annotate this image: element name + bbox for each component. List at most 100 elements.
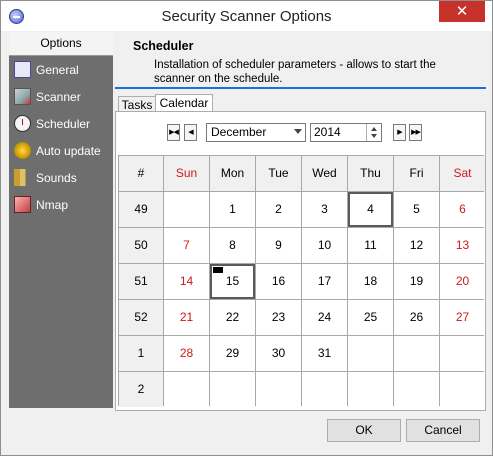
day-cell[interactable]: 6 bbox=[440, 192, 485, 227]
sidebar-item-label: Nmap bbox=[36, 197, 69, 212]
empty-day-cell bbox=[440, 336, 485, 371]
chevron-down-icon bbox=[294, 129, 302, 134]
auto-update-icon bbox=[14, 142, 31, 159]
sidebar-item-scheduler[interactable]: Scheduler bbox=[9, 110, 113, 137]
sidebar-item-nmap[interactable]: Nmap bbox=[9, 191, 113, 218]
empty-day-cell bbox=[210, 372, 255, 407]
empty-day-cell bbox=[302, 372, 347, 407]
weekday-header: Thu bbox=[348, 156, 393, 191]
day-cell[interactable]: 9 bbox=[256, 228, 301, 263]
day-cell[interactable]: 30 bbox=[256, 336, 301, 371]
week-number: 2 bbox=[119, 372, 163, 407]
close-button[interactable]: ✕ bbox=[439, 1, 485, 22]
empty-day-cell bbox=[164, 192, 209, 227]
day-cell[interactable]: 26 bbox=[394, 300, 439, 335]
day-cell[interactable]: 28 bbox=[164, 336, 209, 371]
last-month-button[interactable]: ▶▶ bbox=[409, 124, 422, 141]
section-description: Installation of scheduler parameters - a… bbox=[154, 59, 436, 85]
empty-day-cell bbox=[440, 372, 485, 407]
week-number: 50 bbox=[119, 228, 163, 263]
day-cell[interactable]: 31 bbox=[302, 336, 347, 371]
year-spinner[interactable]: 2014 bbox=[310, 123, 382, 142]
day-cell[interactable]: 10 bbox=[302, 228, 347, 263]
day-cell[interactable]: 20 bbox=[440, 264, 485, 299]
day-cell[interactable]: 5 bbox=[394, 192, 439, 227]
empty-day-cell bbox=[348, 336, 393, 371]
weekday-header: Sun bbox=[164, 156, 209, 191]
nmap-icon bbox=[14, 196, 31, 213]
calendar-grid: # Sun Mon Tue Wed Thu Fri Sat 49 1 2 3 4 5 6 50 7 8 9 10 11 1… bbox=[118, 155, 485, 407]
day-cell[interactable]: 16 bbox=[256, 264, 301, 299]
general-icon bbox=[14, 61, 31, 78]
day-cell[interactable]: 3 bbox=[302, 192, 347, 227]
sidebar-item-label: Auto update bbox=[36, 143, 101, 158]
day-cell[interactable]: 15 bbox=[210, 264, 255, 299]
day-cell[interactable]: 27 bbox=[440, 300, 485, 335]
sidebar-item-scanner[interactable]: Scanner bbox=[9, 83, 113, 110]
ok-button[interactable]: OK bbox=[327, 419, 401, 442]
day-cell[interactable]: 8 bbox=[210, 228, 255, 263]
next-month-button[interactable]: ▶ bbox=[393, 124, 406, 141]
empty-day-cell bbox=[164, 372, 209, 407]
last-icon: ▶▶ bbox=[411, 129, 421, 136]
sidebar-item-auto-update[interactable]: Auto update bbox=[9, 137, 113, 164]
weekday-header: Wed bbox=[302, 156, 347, 191]
day-cell[interactable]: 22 bbox=[210, 300, 255, 335]
title-bar: Security Scanner Options ✕ bbox=[1, 1, 492, 31]
empty-day-cell bbox=[256, 372, 301, 407]
spin-down-icon[interactable] bbox=[371, 134, 377, 138]
window-title: Security Scanner Options bbox=[161, 8, 332, 25]
section-title: Scheduler bbox=[133, 39, 194, 53]
weekday-header: Sat bbox=[440, 156, 485, 191]
prev-icon: ◀ bbox=[188, 129, 193, 136]
sidebar-item-label: Sounds bbox=[36, 170, 77, 185]
sidebar-item-sounds[interactable]: Sounds bbox=[9, 164, 113, 191]
month-select[interactable]: December bbox=[206, 123, 306, 142]
day-cell[interactable]: 14 bbox=[164, 264, 209, 299]
week-number-header: # bbox=[119, 156, 163, 191]
weekday-header: Tue bbox=[256, 156, 301, 191]
day-cell[interactable]: 7 bbox=[164, 228, 209, 263]
calendar-cells: # Sun Mon Tue Wed Thu Fri Sat 49 1 2 3 4 5 6 50 7 8 9 10 11 1… bbox=[119, 156, 485, 407]
options-window: Security Scanner Options ✕ Options Gener… bbox=[0, 0, 493, 456]
scheduler-icon bbox=[14, 115, 31, 132]
header-divider bbox=[115, 87, 486, 89]
day-cell[interactable]: 19 bbox=[394, 264, 439, 299]
day-cell[interactable]: 23 bbox=[256, 300, 301, 335]
day-cell[interactable]: 2 bbox=[256, 192, 301, 227]
first-month-button[interactable]: ▶◀ bbox=[167, 124, 180, 141]
next-icon: ▶ bbox=[397, 129, 402, 136]
tab-tasks[interactable]: Tasks bbox=[118, 96, 156, 112]
day-cell[interactable]: 11 bbox=[348, 228, 393, 263]
spin-up-icon[interactable] bbox=[371, 127, 377, 131]
week-number: 52 bbox=[119, 300, 163, 335]
empty-day-cell bbox=[394, 372, 439, 407]
tab-calendar[interactable]: Calendar bbox=[155, 94, 213, 112]
year-value: 2014 bbox=[314, 125, 341, 139]
sidebar-item-label: Scheduler bbox=[36, 116, 91, 131]
day-cell[interactable]: 18 bbox=[348, 264, 393, 299]
day-cell[interactable]: 12 bbox=[394, 228, 439, 263]
day-cell[interactable]: 1 bbox=[210, 192, 255, 227]
spin-buttons[interactable] bbox=[366, 124, 381, 141]
sounds-icon bbox=[14, 169, 31, 186]
sidebar-item-label: Scanner bbox=[36, 89, 81, 104]
day-cell[interactable]: 17 bbox=[302, 264, 347, 299]
empty-day-cell bbox=[348, 372, 393, 407]
cancel-button[interactable]: Cancel bbox=[406, 419, 480, 442]
first-icon: ▶◀ bbox=[169, 129, 179, 136]
day-cell[interactable]: 4 bbox=[348, 192, 393, 227]
empty-day-cell bbox=[394, 336, 439, 371]
day-cell[interactable]: 21 bbox=[164, 300, 209, 335]
prev-month-button[interactable]: ◀ bbox=[184, 124, 197, 141]
weekday-header: Mon bbox=[210, 156, 255, 191]
scanner-icon bbox=[14, 88, 31, 105]
month-value: December bbox=[211, 125, 267, 139]
sidebar-item-general[interactable]: General bbox=[9, 56, 113, 83]
week-number: 1 bbox=[119, 336, 163, 371]
day-cell[interactable]: 29 bbox=[210, 336, 255, 371]
day-cell[interactable]: 13 bbox=[440, 228, 485, 263]
sidebar-header: Options bbox=[9, 32, 113, 56]
day-cell[interactable]: 24 bbox=[302, 300, 347, 335]
day-cell[interactable]: 25 bbox=[348, 300, 393, 335]
